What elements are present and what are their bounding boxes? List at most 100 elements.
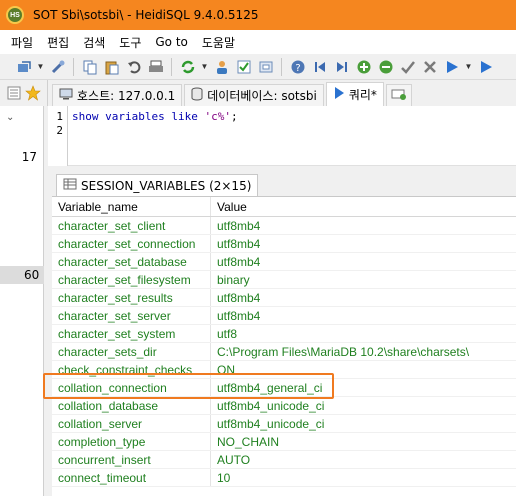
tab-query-label: 쿼리* [348,88,377,102]
table-row[interactable]: collation_connection utf8mb4_general_ci [52,379,516,397]
host-icon [59,88,73,103]
result-grid[interactable]: Variable_name Value character_set_client… [52,196,516,496]
cell-variable-name[interactable]: collation_connection [52,379,211,396]
cell-variable-name[interactable]: collation_database [52,397,211,414]
connect-icon[interactable] [48,57,67,76]
cell-variable-name[interactable]: collation_server [52,415,211,432]
post-checkmark-icon[interactable] [398,57,417,76]
menu-tools[interactable]: 도구 [112,34,148,51]
delete-record-icon[interactable] [376,57,395,76]
menu-search[interactable]: 검색 [76,34,112,51]
table-row[interactable]: character_set_results utf8mb4 [52,289,516,307]
cell-variable-name[interactable]: character_set_database [52,253,211,270]
cell-value[interactable]: utf8mb4_unicode_ci [211,397,516,414]
cell-variable-name[interactable]: connect_timeout [52,469,211,486]
cell-variable-name[interactable]: character_set_filesystem [52,271,211,288]
menu-edit[interactable]: 편집 [40,34,76,51]
cell-value[interactable]: utf8mb4_general_ci [211,379,516,396]
tab-host[interactable]: 호스트: 127.0.0.1 [52,84,183,106]
tree-view-icon[interactable] [4,84,23,103]
session-manager-icon[interactable] [14,57,33,76]
cell-variable-name[interactable]: character_set_connection [52,235,211,252]
tab-query[interactable]: 쿼리* [325,82,384,106]
print-icon[interactable] [146,57,165,76]
line-number-gutter: 1 2 [48,106,68,166]
menu-goto[interactable]: Go to [148,35,195,49]
cell-value[interactable]: utf8mb4_unicode_ci [211,415,516,432]
table-row[interactable]: character_set_filesystem binary [52,271,516,289]
query-play-icon [333,86,345,103]
table-row[interactable]: character_set_client utf8mb4 [52,217,516,235]
menu-help[interactable]: 도움말 [195,34,242,51]
cell-variable-name[interactable]: completion_type [52,433,211,450]
cell-variable-name[interactable]: concurrent_insert [52,451,211,468]
run-query-icon[interactable] [442,57,461,76]
table-row[interactable]: collation_server utf8mb4_unicode_ci [52,415,516,433]
table-row[interactable]: character_sets_dir C:\Program Files\Maria… [52,343,516,361]
column-header-value[interactable]: Value [211,197,516,216]
svg-text:?: ? [295,63,300,74]
cell-value[interactable]: binary [211,271,516,288]
toolbar: ▼ ▼ ? ▼ [0,54,516,80]
sql-keyword: show variables like [72,110,198,123]
cell-variable-name[interactable]: character_set_system [52,325,211,342]
cell-value[interactable]: utf8mb4 [211,307,516,324]
undo-icon[interactable] [124,57,143,76]
cell-value[interactable]: utf8mb4 [211,217,516,234]
copy-icon[interactable] [80,57,99,76]
maintenance-icon[interactable] [234,57,253,76]
favorites-star-icon[interactable] [23,84,42,103]
table-row[interactable]: character_set_server utf8mb4 [52,307,516,325]
left-tabs [0,80,48,106]
cell-variable-name[interactable]: character_set_server [52,307,211,324]
database-tree-panel[interactable]: ⌄ 17 60 [0,106,44,496]
grid-icon [63,178,77,193]
table-row[interactable]: character_set_connection utf8mb4 [52,235,516,253]
cell-value[interactable]: utf8mb4 [211,253,516,270]
cancel-x-icon[interactable] [420,57,439,76]
table-row[interactable]: character_set_database utf8mb4 [52,253,516,271]
refresh-dropdown-icon[interactable]: ▼ [200,62,209,71]
cell-value[interactable]: C:\Program Files\MariaDB 10.2\share\char… [211,343,516,360]
help-icon[interactable]: ? [288,57,307,76]
table-row[interactable]: collation_database utf8mb4_unicode_ci [52,397,516,415]
column-header-variable-name[interactable]: Variable_name [52,197,211,216]
export-icon[interactable] [256,57,275,76]
tab-database[interactable]: 데이터베이스: sotsbi [184,84,324,106]
table-row[interactable]: check_constraint_checks ON [52,361,516,379]
cell-value[interactable]: utf8 [211,325,516,342]
tree-size-value: 17 [21,150,37,164]
add-record-icon[interactable] [354,57,373,76]
first-record-icon[interactable] [310,57,329,76]
run-selection-icon[interactable] [476,57,495,76]
last-record-icon[interactable] [332,57,351,76]
new-query-tab-button[interactable] [385,84,412,106]
cell-value[interactable]: 10 [211,469,516,486]
cell-variable-name[interactable]: check_constraint_checks [52,361,211,378]
user-manager-icon[interactable] [212,57,231,76]
run-dropdown-icon[interactable]: ▼ [464,62,473,71]
session-dropdown-icon[interactable]: ▼ [36,62,45,71]
table-row[interactable]: character_set_system utf8 [52,325,516,343]
cell-value[interactable]: utf8mb4 [211,235,516,252]
cell-value[interactable]: AUTO [211,451,516,468]
cell-variable-name[interactable]: character_sets_dir [52,343,211,360]
tree-collapse-icon[interactable]: ⌄ [6,112,14,123]
cell-value[interactable]: NO_CHAIN [211,433,516,450]
menu-file[interactable]: 파일 [4,34,40,51]
table-row[interactable]: completion_type NO_CHAIN [52,433,516,451]
refresh-icon[interactable] [178,57,197,76]
result-tab[interactable]: SESSION_VARIABLES (2×15) [56,174,259,196]
table-row[interactable]: connect_timeout 10 [52,469,516,487]
table-row[interactable]: concurrent_insert AUTO [52,451,516,469]
paste-icon[interactable] [102,57,121,76]
heidisql-app-icon: HS [6,6,24,24]
cell-value[interactable]: ON [211,361,516,378]
cell-variable-name[interactable]: character_set_results [52,289,211,306]
sql-editor[interactable]: 1 2 show variables like 'c%'; [48,106,516,166]
result-tab-label: SESSION_VARIABLES (2×15) [81,178,252,193]
cell-value[interactable]: utf8mb4 [211,289,516,306]
sql-query-text[interactable]: show variables like 'c%'; [72,110,238,123]
sql-string: 'c%' [204,110,231,123]
cell-variable-name[interactable]: character_set_client [52,217,211,234]
